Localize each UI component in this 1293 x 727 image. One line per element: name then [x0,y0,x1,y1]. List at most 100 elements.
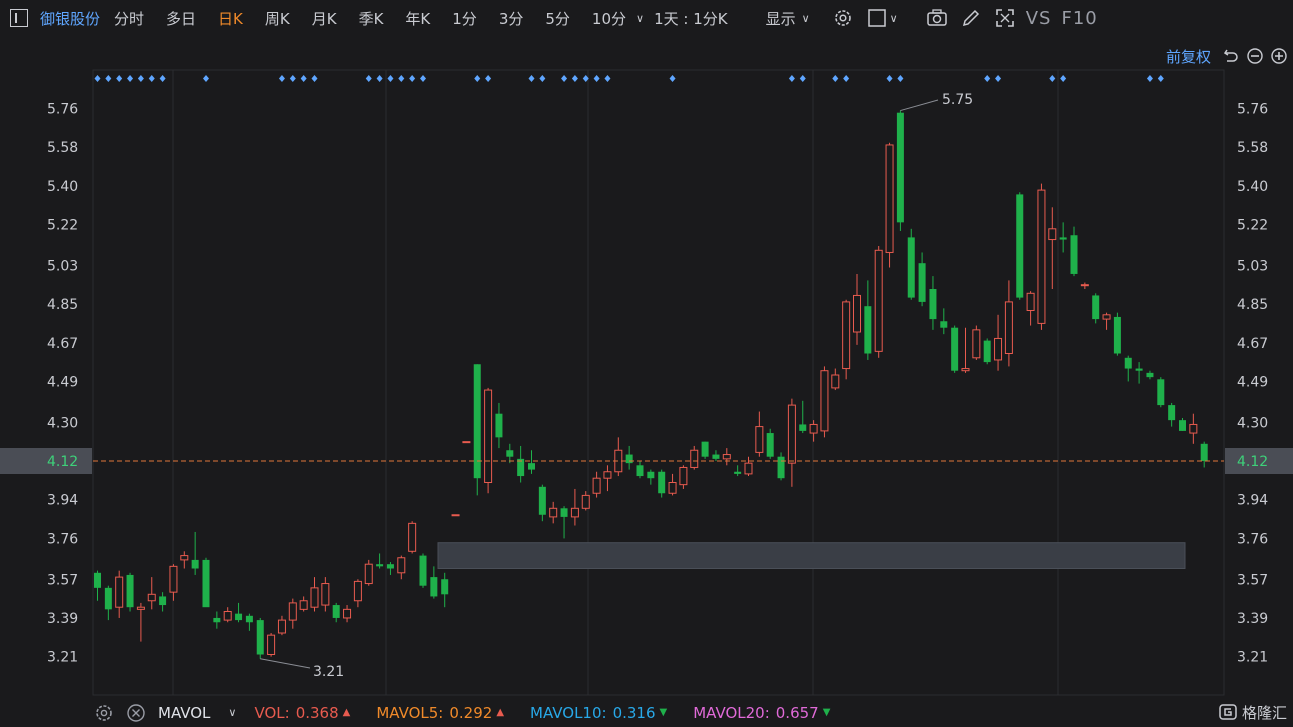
left-price-axis: 5.76 5.58 5.40 5.22 5.03 4.85 4.67 4.49 4.30 4.12… [0,101,92,666]
event-marker [105,75,112,82]
mavol10-down-arrow-icon: ▼ [659,707,668,718]
candlestick-chart[interactable]: 5.75 3.21 5.76 5.58 5.40 5.22 5.03 4.85 4.67 4.4… [0,0,1293,698]
candle-body [755,426,764,453]
candle-body [419,555,427,586]
candle [441,572,449,608]
mavol10-value: 0.316 [612,703,656,722]
low-label-leader [260,658,311,669]
candle-body [1102,314,1111,320]
candle [918,252,926,307]
candle [364,559,373,586]
candle-body [202,559,210,608]
candle [506,443,514,464]
candle [94,570,101,601]
candle [734,465,742,477]
candle [549,501,558,524]
candle [299,596,308,612]
candle [766,428,774,459]
event-marker [593,75,600,82]
candle [517,445,525,483]
mavol5-value: 0.292 [449,703,493,722]
candle [592,471,601,498]
event-marker [788,75,795,82]
event-marker [539,75,546,82]
event-marker [669,75,676,82]
y-tick-label-left: 5.58 [47,140,78,156]
candle [147,577,156,610]
y-tick-label-left: 5.22 [47,218,78,234]
candle [408,521,417,554]
candle [560,506,568,539]
candle [353,579,362,608]
candle [245,613,253,631]
candle-body [994,337,1003,361]
y-tick-label-right: 3.21 [1237,650,1268,666]
candle [169,564,178,601]
indicator-chevron-icon[interactable]: ∨ [228,706,236,719]
candle-body [940,321,948,328]
candle [668,473,677,496]
candle-body [180,555,189,561]
event-marker [1049,75,1056,82]
y-tick-label-left: 4.67 [47,336,78,352]
candle [907,228,915,300]
candle-body [1037,189,1046,324]
candle-body [799,424,807,431]
y-tick-label-right: 4.30 [1237,415,1268,431]
candle-body [983,340,991,363]
candle-body [1016,194,1024,298]
candle-body [353,580,362,602]
indicator-close-icon[interactable] [126,703,146,723]
candle [940,308,948,335]
y-tick-label-left: 3.94 [47,493,78,509]
y-tick-label-right: 5.22 [1237,218,1268,234]
candle-body [245,615,253,623]
candle-body [528,463,535,470]
candle [722,448,731,466]
event-marker [409,75,416,82]
event-marker [159,75,166,82]
candle-body [288,602,297,621]
candle [451,514,460,517]
candle [1113,312,1121,356]
event-marker [1157,75,1164,82]
event-marker [799,75,806,82]
event-marker [127,75,134,82]
candle [755,411,764,457]
candle [896,110,904,231]
candle [929,276,937,330]
candle [332,602,340,623]
event-marker [116,75,123,82]
event-marker [137,75,144,82]
y-tick-label-right: 3.94 [1237,493,1268,509]
candle-body [701,441,709,457]
candle-body [722,454,731,460]
indicator-settings-gear-icon[interactable] [94,703,114,723]
candle-body [386,564,394,569]
candle [430,566,438,599]
candle-body [115,576,124,608]
candle-body [94,572,101,588]
candle [180,551,189,569]
candle [136,602,145,642]
event-marker [474,75,481,82]
event-marker [278,75,285,82]
event-marker [94,75,101,82]
indicator-name[interactable]: MAVOL [158,704,210,722]
candle-body [560,508,568,517]
low-price-label: 3.21 [313,664,344,680]
candle [636,461,644,479]
candle [647,469,655,485]
candle [288,598,297,629]
candle [1200,441,1208,468]
candle-body [441,579,449,595]
vol-up-arrow-icon: ▲ [342,707,351,718]
candle [614,437,623,477]
candle-body [853,294,861,333]
candle [983,338,991,365]
high-label-leader [900,99,939,112]
candle [1037,183,1046,330]
candle-body [1004,301,1013,354]
candle [831,368,840,391]
candle [528,450,535,474]
